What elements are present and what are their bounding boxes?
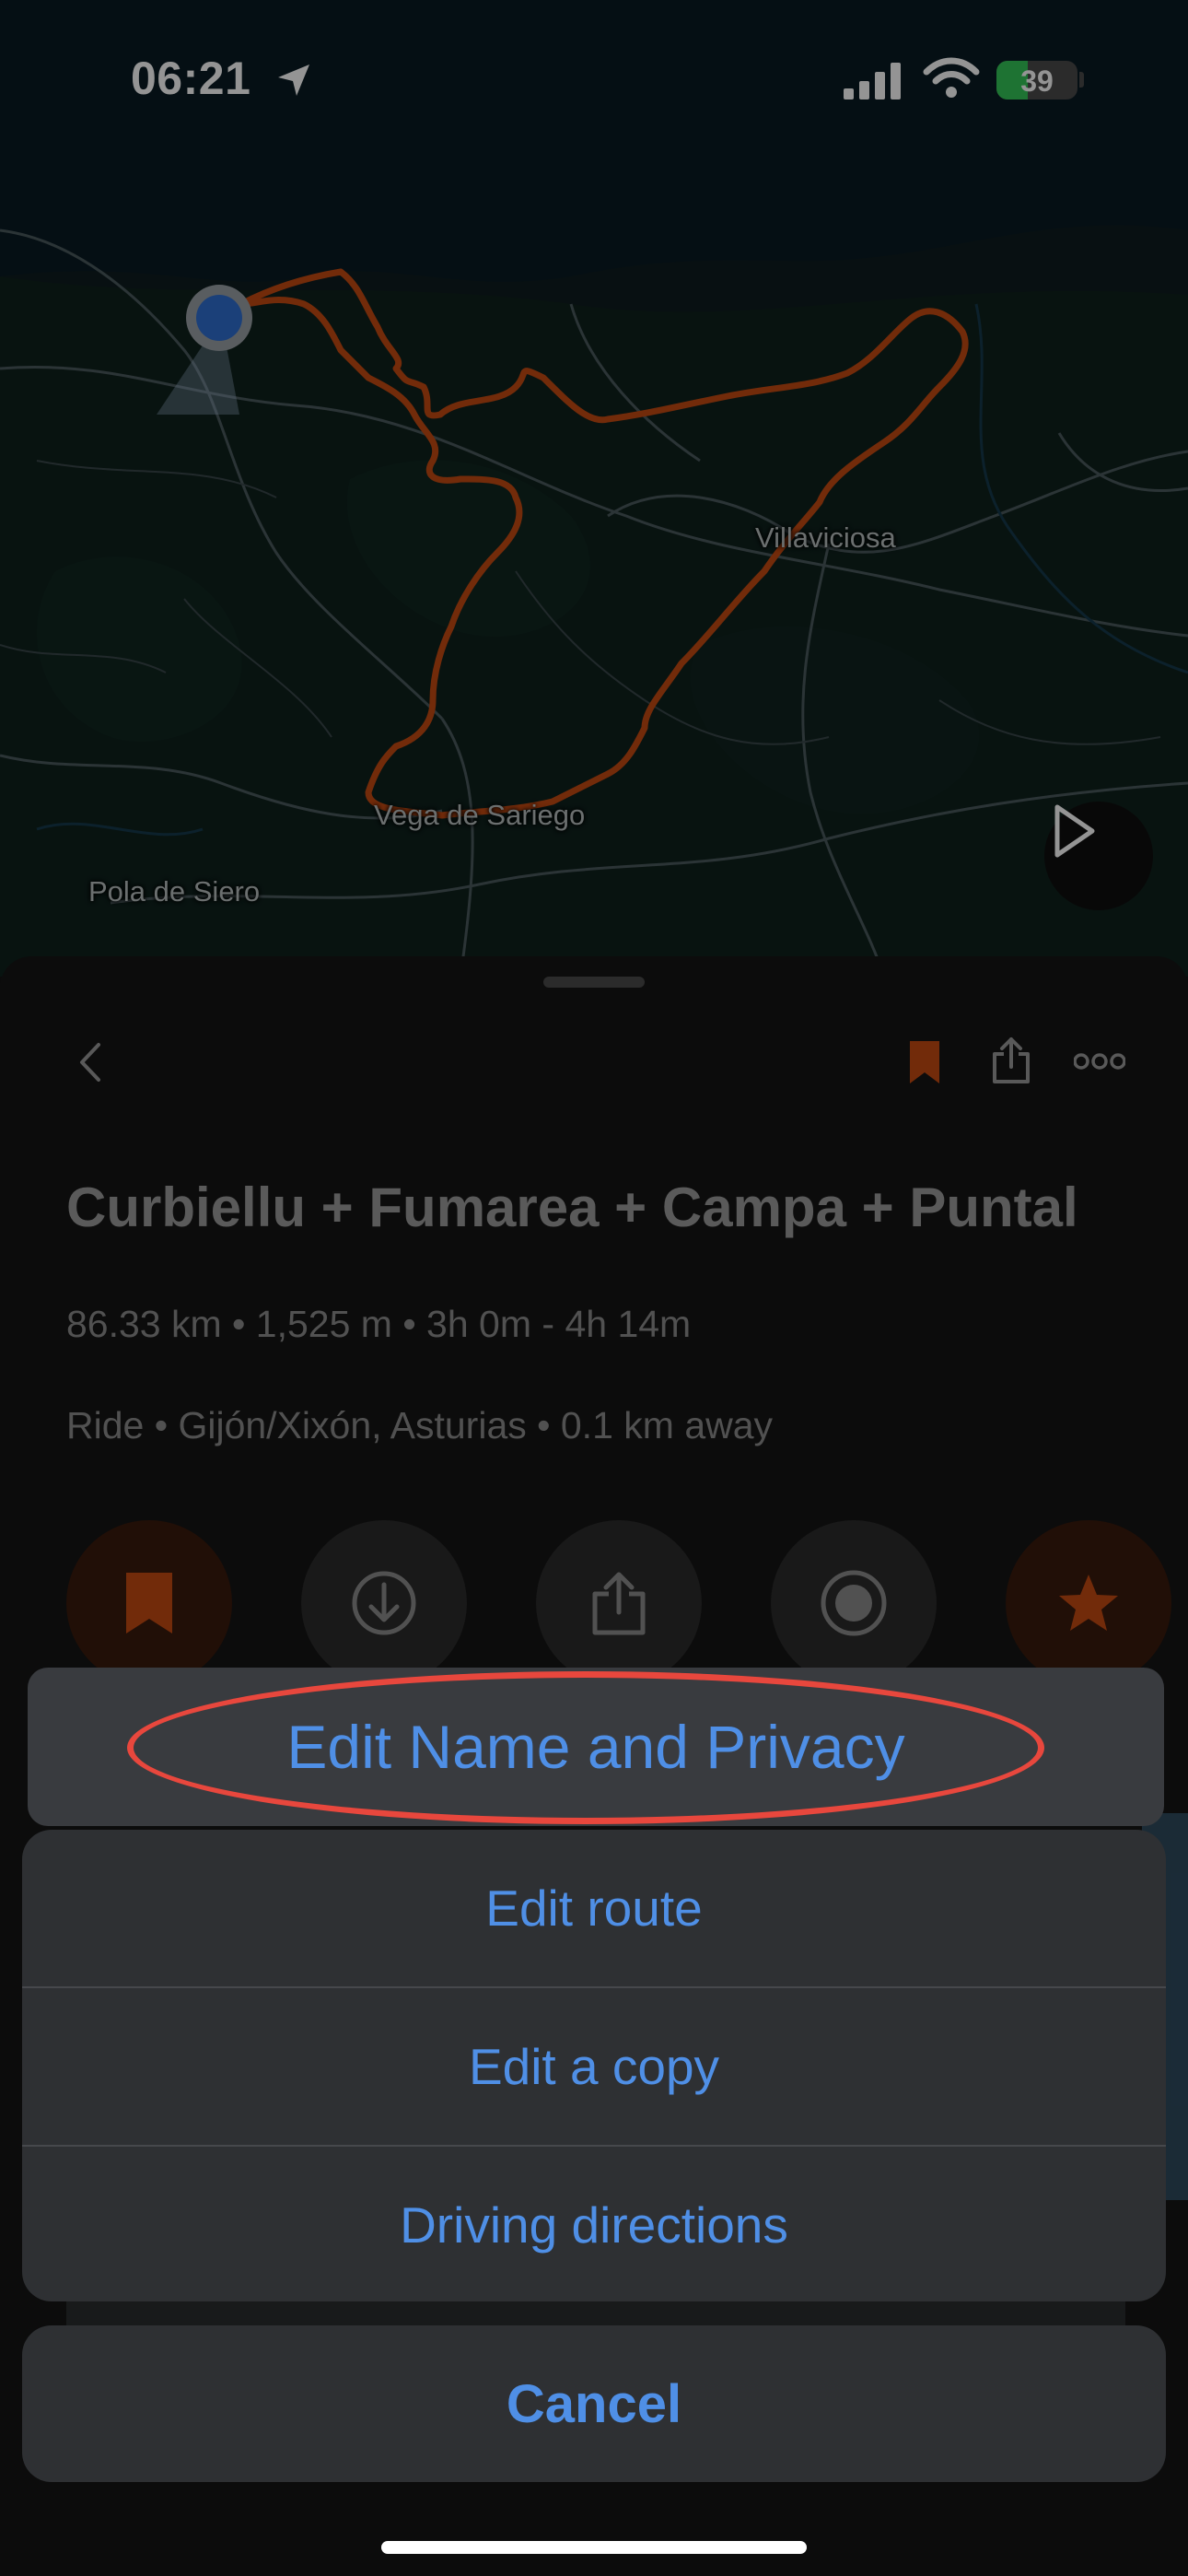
driving-directions-option[interactable]: Driving directions — [22, 2147, 1166, 2301]
cancel-button[interactable]: Cancel — [22, 2325, 1166, 2482]
home-indicator[interactable] — [381, 2541, 807, 2554]
highlight-annotation-ellipse — [127, 1671, 1044, 1824]
screen: Villaviciosa Vega de Sariego Pola de Sie… — [0, 0, 1188, 2576]
edit-copy-option[interactable]: Edit a copy — [22, 1988, 1166, 2145]
edit-route-option[interactable]: Edit route — [22, 1830, 1166, 1986]
action-sheet-group: Edit route Edit a copy Driving direction… — [22, 1830, 1166, 2301]
